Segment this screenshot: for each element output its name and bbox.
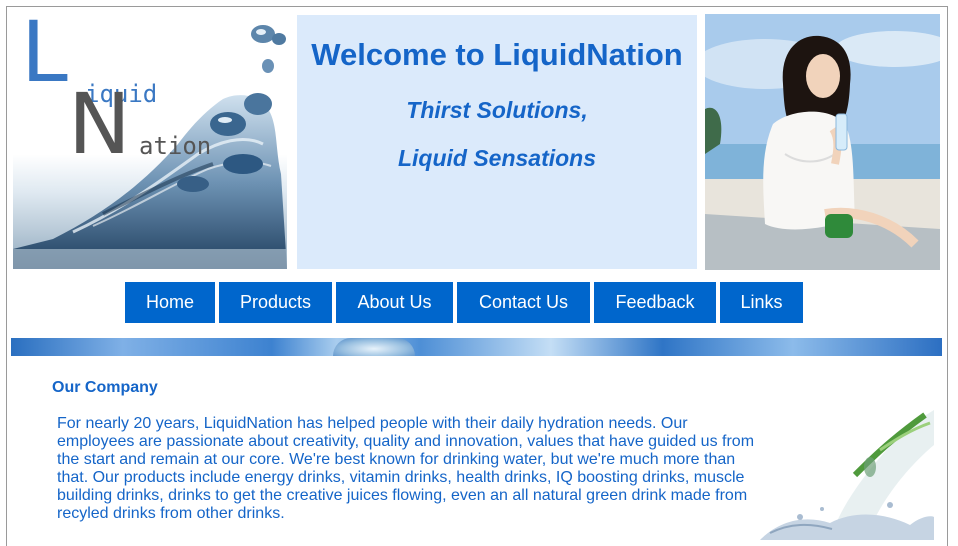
logo-panel: L iquid N ation [13,14,287,269]
nav-feedback[interactable]: Feedback [594,282,716,323]
water-banner [11,338,942,356]
tagline-line-1: Thirst Solutions, [406,97,588,123]
woman-with-water-photo [705,14,940,270]
water-drop-decoration [333,338,415,356]
nav-products[interactable]: Products [219,282,332,323]
tagline-line-2: Liquid Sensations [397,145,597,171]
nav-home[interactable]: Home [125,282,215,323]
nav-links[interactable]: Links [720,282,803,323]
company-description: For nearly 20 years, LiquidNation has he… [57,415,755,522]
welcome-box: Welcome to LiquidNation Thirst Solutions… [297,15,697,269]
nav-about-us[interactable]: About Us [336,282,453,323]
nav-contact-us[interactable]: Contact Us [457,282,590,323]
logo-letter-l: L [21,14,68,101]
glass-splash-image [760,405,934,540]
page-title: Welcome to LiquidNation [311,37,683,72]
logo-letter-n: N [68,75,131,173]
logo-word-nation: ation [139,132,212,160]
section-title: Our Company [52,379,158,396]
splash-illustration [760,410,934,540]
beach-photo-illustration [705,14,940,270]
